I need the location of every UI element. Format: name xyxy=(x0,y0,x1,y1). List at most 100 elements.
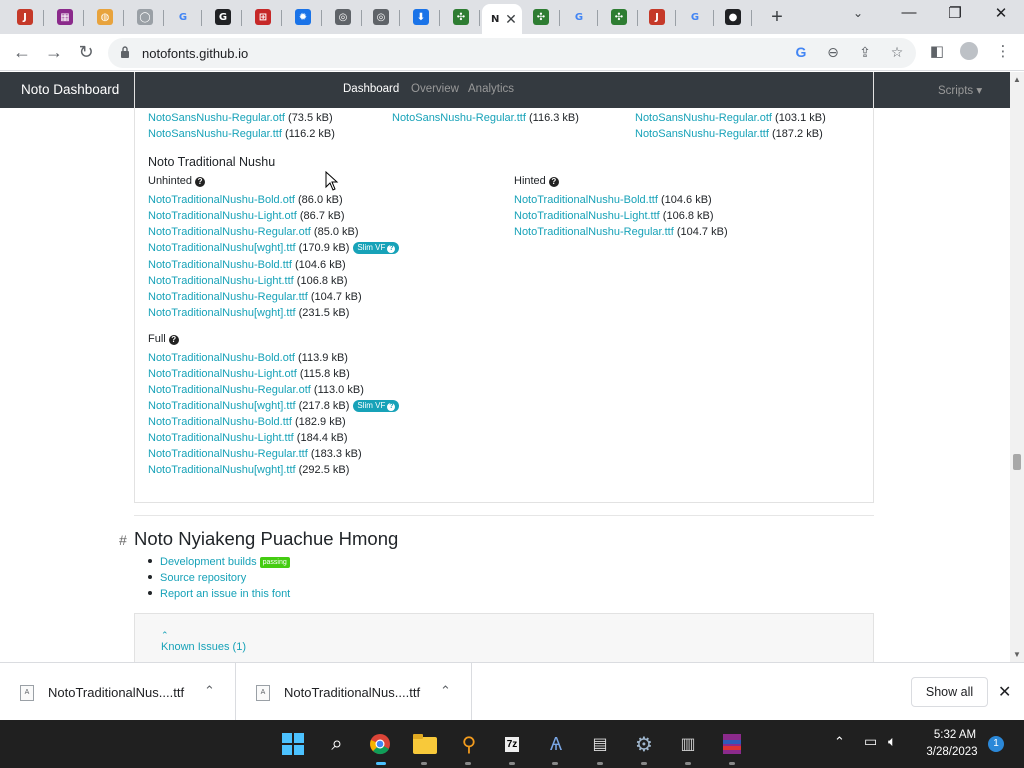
browser-tab[interactable]: ◯ xyxy=(126,4,164,30)
known-issues-toggle[interactable]: ⌃ Known Issues (1) xyxy=(161,629,246,653)
menu-kebab-icon[interactable]: ⋮ xyxy=(992,42,1014,60)
font-file-link[interactable]: NotoSansNushu-Regular.otf xyxy=(148,112,285,124)
font-file-link[interactable]: NotoTraditionalNushu[wght].ttf xyxy=(148,242,296,254)
help-icon[interactable]: ? xyxy=(548,177,559,187)
font-file-link[interactable]: NotoTraditionalNushu-Light.ttf xyxy=(514,210,660,222)
forward-arrow-icon[interactable]: → xyxy=(42,42,66,63)
reload-icon[interactable]: ↻ xyxy=(74,42,98,63)
development-builds-link[interactable]: Development builds xyxy=(160,556,257,568)
font-file-link[interactable]: NotoSansNushu-Regular.otf xyxy=(635,112,772,124)
chevron-up-icon[interactable]: ⌃ xyxy=(440,683,451,699)
browser-tab[interactable]: ◍ xyxy=(86,4,124,30)
close-window-icon[interactable]: ✕ xyxy=(986,4,1016,22)
font-file-link[interactable]: NotoTraditionalNushu[wght].ttf xyxy=(148,464,296,476)
download-filename[interactable]: NotoTraditionalNus....ttf xyxy=(48,685,184,700)
page-scrollbar[interactable]: ▲ ▼ xyxy=(1010,72,1024,662)
browser-tab[interactable]: G xyxy=(676,4,714,30)
address-bar[interactable]: notofonts.github.io G ⊖ ⇪ ☆ xyxy=(108,38,916,68)
font-file-link[interactable]: NotoTraditionalNushu-Regular.ttf xyxy=(148,291,308,303)
font-file-link[interactable]: NotoTraditionalNushu-Regular.otf xyxy=(148,384,311,396)
report-issue-link[interactable]: Report an issue in this font xyxy=(160,588,290,600)
font-file-link[interactable]: NotoTraditionalNushu-Regular.ttf xyxy=(514,226,674,238)
7zip-icon[interactable]: 7z xyxy=(500,732,524,756)
font-file-link[interactable]: NotoTraditionalNushu-Bold.ttf xyxy=(514,194,658,206)
download-filename[interactable]: NotoTraditionalNus....ttf xyxy=(284,685,420,700)
app-book-icon[interactable]: ▤ xyxy=(588,732,612,756)
url-text[interactable]: notofonts.github.io xyxy=(142,46,248,61)
download-item[interactable]: A NotoTraditionalNus....ttf ⌃ xyxy=(236,663,472,721)
zoom-icon[interactable]: ⊖ xyxy=(824,44,842,61)
new-tab-button[interactable]: + xyxy=(766,6,788,29)
browser-tab[interactable]: J xyxy=(6,4,44,30)
clock-time[interactable]: 5:32 AM xyxy=(926,729,984,741)
font-file-link[interactable]: NotoTraditionalNushu-Bold.ttf xyxy=(148,416,292,428)
font-file-link[interactable]: NotoTraditionalNushu-Bold.otf xyxy=(148,194,295,206)
font-file-link[interactable]: NotoTraditionalNushu-Light.otf xyxy=(148,210,297,222)
browser-tab[interactable]: ◎ xyxy=(324,4,362,30)
google-translate-icon[interactable]: G xyxy=(792,44,810,60)
clock-date[interactable]: 3/28/2023 xyxy=(920,746,984,758)
bookmark-star-icon[interactable]: ☆ xyxy=(888,44,906,61)
font-file-link[interactable]: NotoTraditionalNushu-Bold.ttf xyxy=(148,259,292,271)
help-icon[interactable]: ? xyxy=(195,177,206,187)
browser-tab[interactable]: ✹ xyxy=(284,4,322,30)
close-shelf-icon[interactable]: ✕ xyxy=(998,682,1011,702)
restore-icon[interactable]: ❐ xyxy=(940,4,970,22)
font-file-link[interactable]: NotoTraditionalNushu-Light.ttf xyxy=(148,432,294,444)
winrar-taskbar-icon[interactable] xyxy=(720,732,744,756)
font-file-link[interactable]: NotoSansNushu-Regular.ttf xyxy=(148,128,282,140)
scroll-up-arrow-icon[interactable]: ▲ xyxy=(1013,75,1021,84)
anchor-hash[interactable]: # xyxy=(119,532,127,548)
font-file-link[interactable]: NotoTraditionalNushu-Bold.otf xyxy=(148,352,295,364)
back-arrow-icon[interactable]: ← xyxy=(10,42,34,63)
windows-start-icon[interactable] xyxy=(281,732,305,756)
font-file-link[interactable]: NotoTraditionalNushu-Light.otf xyxy=(148,368,297,380)
search-icon[interactable]: ⌕ xyxy=(325,732,349,756)
download-item[interactable]: A NotoTraditionalNus....ttf ⌃ xyxy=(0,663,236,721)
font-file-link[interactable]: NotoSansNushu-Regular.ttf xyxy=(635,128,769,140)
profile-avatar-icon[interactable] xyxy=(958,42,980,64)
file-explorer-icon[interactable] xyxy=(413,732,437,756)
chrome-taskbar-icon[interactable] xyxy=(368,732,392,756)
tray-overflow-chevron-icon[interactable]: ⌃ xyxy=(834,734,845,750)
help-icon[interactable]: ? xyxy=(387,245,396,254)
browser-tab[interactable]: G xyxy=(204,4,242,30)
font-file-link[interactable]: NotoTraditionalNushu-Regular.ttf xyxy=(148,448,308,460)
nav-scripts-dropdown[interactable]: Scripts ▾ xyxy=(938,83,982,97)
minimize-icon[interactable]: — xyxy=(894,4,924,21)
chevron-up-icon[interactable]: ⌃ xyxy=(204,683,215,699)
browser-tab[interactable]: G xyxy=(164,4,202,30)
browser-tab[interactable]: ◎ xyxy=(362,4,400,30)
source-repository-link[interactable]: Source repository xyxy=(160,572,246,584)
network-icon[interactable]: ▭ xyxy=(864,733,877,750)
share-icon[interactable]: ⇪ xyxy=(856,44,874,61)
browser-tab[interactable]: ✣ xyxy=(522,4,560,30)
show-all-button[interactable]: Show all xyxy=(911,677,988,707)
browser-tab[interactable]: ✣ xyxy=(442,4,480,30)
search-tool-icon[interactable]: ⚲ xyxy=(457,732,481,756)
tab-search-chevron-icon[interactable]: ⌄ xyxy=(853,6,863,20)
font-file-link[interactable]: NotoTraditionalNushu[wght].ttf xyxy=(148,400,296,412)
font-file-link[interactable]: NotoTraditionalNushu-Regular.otf xyxy=(148,226,311,238)
browser-tab[interactable]: ▦ xyxy=(46,4,84,30)
browser-tab[interactable]: J xyxy=(638,4,676,30)
volume-icon[interactable]: 🔈︎ xyxy=(888,733,896,750)
scroll-down-arrow-icon[interactable]: ▼ xyxy=(1013,650,1021,659)
close-tab-icon[interactable]: ✕ xyxy=(505,11,517,28)
font-file-link[interactable]: NotoTraditionalNushu[wght].ttf xyxy=(148,307,296,319)
notepad-icon[interactable]: ▥ xyxy=(676,732,700,756)
browser-tab[interactable]: ⊞ xyxy=(244,4,282,30)
font-file-link[interactable]: NotoTraditionalNushu-Light.ttf xyxy=(148,275,294,287)
brand-title[interactable]: Noto Dashboard xyxy=(21,82,119,97)
settings-gear-icon[interactable]: ⚙ xyxy=(632,732,656,756)
notification-badge[interactable]: 1 xyxy=(988,736,1004,752)
browser-tab[interactable]: G xyxy=(560,4,598,30)
help-icon[interactable]: ? xyxy=(168,335,179,345)
font-file-link[interactable]: NotoSansNushu-Regular.ttf xyxy=(392,112,526,124)
help-icon[interactable]: ? xyxy=(387,403,396,411)
scroll-thumb[interactable] xyxy=(1013,454,1021,470)
browser-tab[interactable]: ● xyxy=(714,4,752,30)
browser-tab[interactable]: ⬇ xyxy=(402,4,440,30)
browser-tab[interactable]: ✣ xyxy=(600,4,638,30)
side-panel-icon[interactable]: ◧ xyxy=(926,42,948,60)
